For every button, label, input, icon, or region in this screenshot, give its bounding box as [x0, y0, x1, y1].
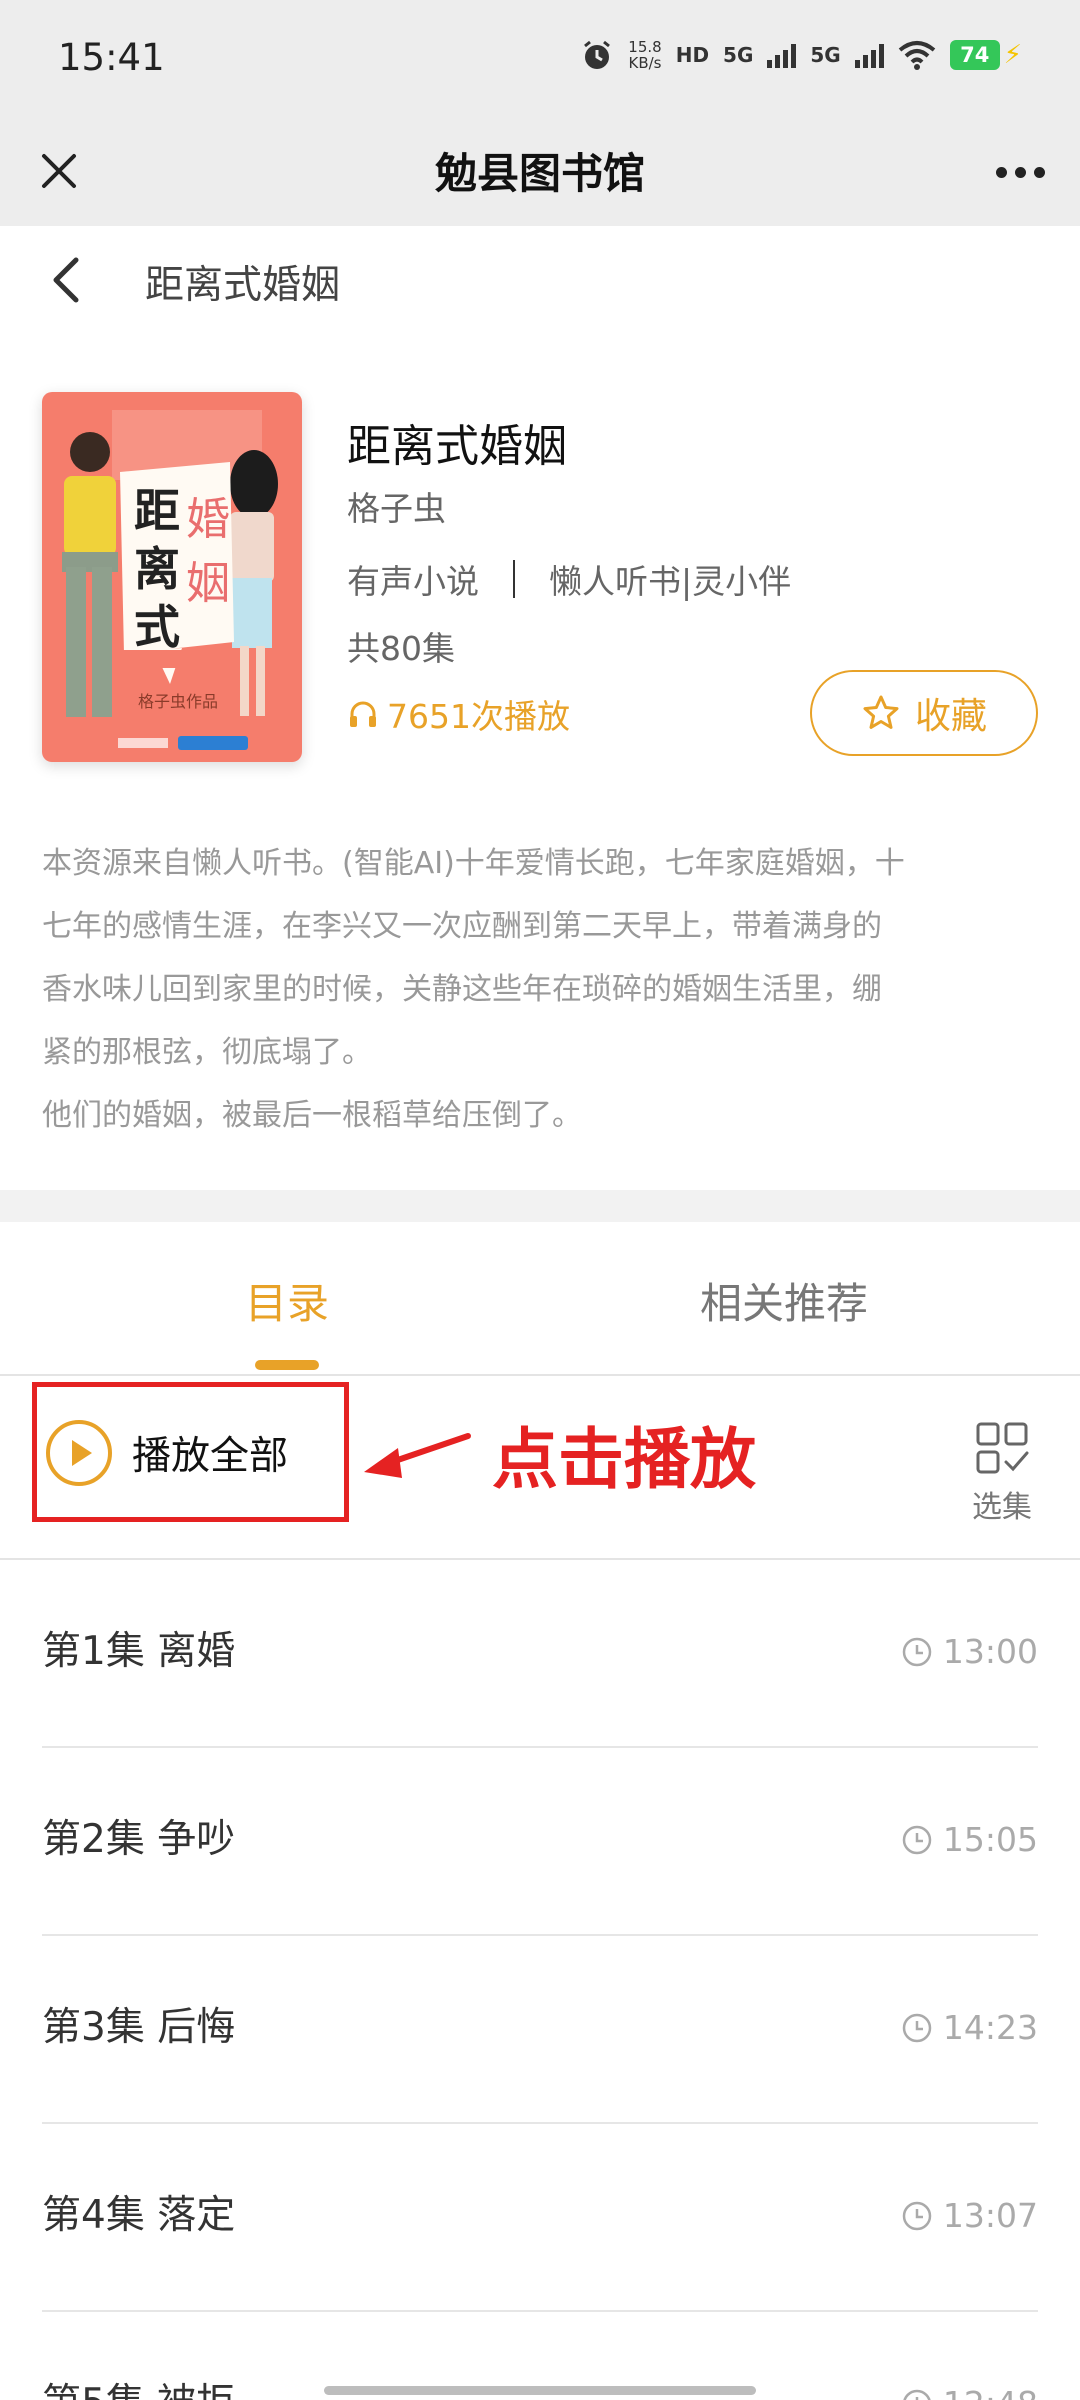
episode-row[interactable]: 第3集 后悔 14:23: [42, 1936, 1038, 2124]
episode-title: 第5集 被拒: [42, 2372, 235, 2400]
hd-icon: HD: [675, 43, 710, 67]
description-line: 七年的感情生涯，在李兴又一次应酬到第二天早上，带着满身的: [42, 909, 882, 944]
tab-related[interactable]: 相关推荐: [700, 1270, 868, 1331]
grid-check-icon: [976, 1422, 1029, 1474]
description-line: 本资源来自懒人听书。(智能AI)十年爱情长跑，七年家庭婚姻，十: [42, 846, 905, 881]
sim1-label: 5G: [723, 43, 754, 67]
annotation-highlight-box: [32, 1382, 349, 1522]
cover-title-main: 距离式: [134, 484, 180, 654]
book-author[interactable]: 格子虫: [347, 482, 446, 530]
active-tab-indicator: [255, 1360, 319, 1370]
annotation-arrow-icon: [364, 1433, 471, 1478]
episode-duration: 14:23: [901, 2008, 1038, 2047]
tab-toc[interactable]: 目录: [245, 1270, 329, 1331]
book-tags: 有声小说 懒人听书|灵小伴: [347, 555, 791, 603]
star-icon: [863, 695, 899, 729]
episode-duration: 13:00: [901, 1632, 1038, 1671]
sim2-label: 5G: [810, 43, 841, 67]
book-category: 有声小说: [347, 562, 479, 601]
tab-bar: 目录 相关推荐: [0, 1222, 1080, 1374]
episode-title: 第4集 落定: [42, 2193, 236, 2238]
play-count-text: 7651次播放: [387, 697, 570, 736]
book-title: 距离式婚姻: [347, 421, 567, 472]
more-options-icon[interactable]: [986, 146, 1054, 198]
net-speed-value: 15.8: [628, 38, 662, 56]
annotation-text: 点击播放: [492, 1421, 756, 1498]
sub-header-title: 距离式婚姻: [145, 263, 341, 308]
charging-icon: ⚡: [1003, 40, 1022, 70]
book-description: 本资源来自懒人听书。(智能AI)十年爱情长跑，七年家庭婚姻，十 七年的感情生涯，…: [42, 832, 1042, 1147]
battery-icon: 74 ⚡: [949, 40, 1022, 70]
episode-duration: 12:48: [901, 2384, 1038, 2400]
clock-icon: [902, 1825, 932, 1854]
title-bar: 勉县图书馆: [0, 118, 1080, 226]
favorite-button[interactable]: 收藏: [810, 670, 1038, 756]
clock-icon: [902, 2201, 932, 2230]
battery-level: 74: [949, 40, 1000, 70]
episode-row[interactable]: 第4集 落定 13:07: [42, 2124, 1038, 2312]
favorite-label: 收藏: [914, 696, 987, 737]
status-icons: 15.8 KB/s HD 5G 5G 74 ⚡: [580, 38, 1022, 72]
duration-text: 14:23: [942, 2008, 1038, 2047]
play-count: 7651次播放: [347, 690, 570, 738]
select-label: 选集: [972, 1490, 1032, 1525]
episode-title: 第3集 后悔: [42, 2005, 236, 2050]
description-line: 他们的婚姻，被最后一根稻草给压倒了。: [42, 1098, 582, 1133]
status-time: 15:41: [58, 36, 165, 79]
duration-text: 15:05: [942, 1820, 1038, 1859]
status-bar: 15:41 15.8 KB/s HD 5G 5G 74 ⚡: [0, 0, 1080, 118]
section-gap: [0, 1190, 1080, 1222]
duration-text: 13:07: [942, 2196, 1038, 2235]
episode-title: 第2集 争吵: [42, 1817, 236, 1862]
description-line: 香水味儿回到家里的时候，关静这些年在琐碎的婚姻生活里，绷: [42, 972, 882, 1007]
tag-separator: [513, 560, 515, 598]
page-title: 勉县图书馆: [434, 149, 645, 198]
episode-count: 共80集: [347, 629, 455, 668]
net-speed-unit: KB/s: [628, 54, 662, 72]
home-indicator[interactable]: [324, 2386, 756, 2395]
wifi-icon: [898, 41, 936, 70]
clock-icon: [903, 2389, 931, 2400]
tab-divider: [0, 1374, 1080, 1376]
headphones-icon: [350, 701, 376, 727]
clock-icon: [902, 1637, 932, 1666]
select-episodes-button[interactable]: 选集: [966, 1420, 1038, 1530]
alarm-icon: [584, 40, 611, 69]
signal-icon: [767, 42, 797, 68]
book-cover[interactable]: 距离式 婚姻 格子虫作品: [42, 392, 302, 762]
duration-text: 12:48: [943, 2384, 1038, 2400]
back-arrow-icon[interactable]: [42, 248, 92, 312]
episode-duration: 15:05: [901, 1820, 1038, 1859]
description-line: 紧的那根弦，彻底塌了。: [42, 1035, 372, 1070]
episode-title: 第1集 离婚: [42, 1629, 236, 1674]
episode-row[interactable]: 第2集 争吵 15:05: [42, 1748, 1038, 1936]
cover-title-sub: 婚姻: [186, 494, 230, 609]
duration-text: 13:00: [942, 1632, 1038, 1671]
sub-header: 距离式婚姻: [0, 226, 1080, 336]
signal-icon-2: [854, 42, 884, 68]
net-speed: 15.8 KB/s: [628, 39, 661, 71]
cover-badge: 格子虫作品: [138, 692, 219, 711]
book-source: 懒人听书|灵小伴: [549, 562, 792, 601]
clock-icon: [902, 2013, 932, 2042]
episode-row[interactable]: 第1集 离婚 13:00: [42, 1560, 1038, 1748]
episode-duration: 13:07: [901, 2196, 1038, 2235]
